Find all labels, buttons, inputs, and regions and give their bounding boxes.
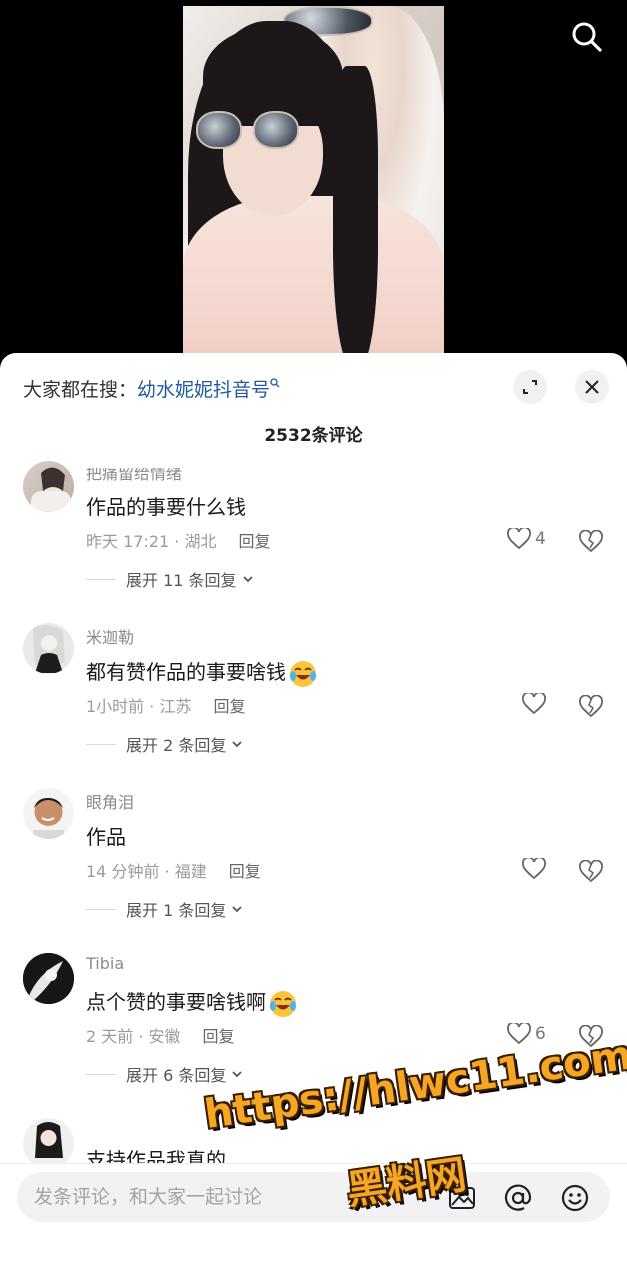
comment-item: 米迦勒 都有赞作品的事要啥钱 1小时前 · 江苏 回复 展开 2 条回复 [0,623,627,783]
heart-icon [522,858,546,880]
chevron-down-icon [242,576,253,583]
video-thumbnail[interactable] [183,6,444,370]
comment-time-location: 1小时前 · 江苏 [86,697,192,716]
mention-icon[interactable] [503,1183,533,1213]
chevron-down-icon [232,906,242,913]
heart-icon [507,1023,531,1045]
avatar[interactable] [23,461,74,512]
reply-button[interactable]: 回复 [238,532,270,551]
comment-item: Tibia 点个赞的事要啥钱啊 2 天前 · 安徽 回复 6 展开 6 条回复 [0,953,627,1113]
expand-divider-line [86,743,116,745]
video-sunglasses-right [253,111,299,149]
expand-divider-line [86,1073,116,1075]
expand-replies-label: 展开 6 条回复 [126,1066,227,1085]
comment-username[interactable]: Tibia [86,954,124,973]
image-icon[interactable] [447,1183,477,1213]
avatar[interactable] [23,1118,74,1163]
comment-username[interactable]: 眼角泪 [86,789,134,813]
comment-item: 支持作品我真的 [0,1118,627,1163]
expand-replies-button[interactable]: 展开 11 条回复 [86,567,255,591]
avatar-image [23,953,74,1004]
comment-count-title: 2532条评论 [264,426,363,446]
avatar[interactable] [23,788,74,839]
comment-item: 眼角泪 作品 14 分钟前 · 福建 回复 展开 1 条回复 [0,788,627,948]
comment-text: 作品的事要什么钱 [86,495,246,519]
comment-time-location: 2 天前 · 安徽 [86,1027,181,1046]
avatar[interactable] [23,623,74,674]
expand-icon [523,380,537,394]
search-icon [572,22,602,52]
avatar-image [31,467,71,512]
avatar-image [33,625,65,673]
close-icon [585,380,599,394]
dislike-icon[interactable] [579,695,603,719]
expand-divider-line [86,578,116,580]
comment-time-location: 昨天 17:21 · 湖北 [86,532,217,551]
dislike-icon[interactable] [579,1025,603,1049]
comment-time-location: 14 分钟前 · 福建 [86,862,207,881]
comment-username[interactable]: 把痛留给情绪 [86,468,182,484]
video-hair-side [333,66,378,366]
like-button[interactable]: 6 [507,1023,546,1045]
small-search-icon [270,378,280,388]
reply-button[interactable]: 回复 [203,1027,235,1046]
comment-input[interactable] [34,1172,434,1222]
video-player[interactable] [0,0,627,370]
trending-prefix: 大家都在搜： [23,379,138,401]
expand-sheet-button[interactable] [513,370,547,404]
like-button[interactable] [522,858,550,880]
avatar[interactable] [23,953,74,1004]
heart-icon [522,693,546,715]
emoji-icon[interactable] [560,1183,590,1213]
expand-replies-button[interactable]: 展开 2 条回复 [86,732,244,756]
chevron-down-icon [232,741,242,748]
search-button[interactable] [570,20,604,54]
chevron-down-icon [232,1071,242,1078]
laughing-crying-emoji [290,660,316,687]
like-button[interactable] [522,693,550,715]
comment-sheet-header: 大家都在搜：幼水妮妮抖音号 2532条评论 [0,353,627,446]
laughing-crying-emoji [270,990,296,1017]
like-count: 4 [535,529,546,549]
comment-text: 点个赞的事要啥钱啊 [86,990,266,1014]
comment-item: 把痛留给情绪 作品的事要什么钱 昨天 17:21 · 湖北 回复 4 展开 11 … [0,458,627,618]
like-button[interactable]: 4 [507,528,546,550]
expand-divider-line [86,908,116,910]
avatar-image [33,798,64,839]
expand-replies-button[interactable]: 展开 6 条回复 [86,1062,244,1086]
trending-keyword-link[interactable]: 幼水妮妮抖音号 [137,379,270,401]
dislike-icon[interactable] [579,530,603,554]
expand-replies-label: 展开 11 条回复 [126,571,237,590]
expand-replies-label: 展开 1 条回复 [126,901,227,920]
reply-button[interactable]: 回复 [213,697,245,716]
comment-text: 都有赞作品的事要啥钱 [86,660,286,684]
input-divider [0,1163,627,1164]
expand-replies-button[interactable]: 展开 1 条回复 [86,897,244,921]
expand-replies-label: 展开 2 条回复 [126,736,227,755]
avatar-image [35,1122,63,1158]
dislike-icon[interactable] [579,860,603,884]
comment-text: 作品 [86,825,126,849]
comment-username[interactable]: 米迦勒 [86,624,134,648]
comment-sheet: 大家都在搜：幼水妮妮抖音号 2532条评论 把痛留给情绪 作品的事要什么钱 昨天… [0,353,627,1280]
video-sunglasses-left [196,111,242,149]
heart-icon [507,528,531,550]
video-clothing [183,196,444,370]
trending-search[interactable]: 大家都在搜：幼水妮妮抖音号 [23,375,280,402]
comment-input-bar [17,1172,610,1222]
reply-button[interactable]: 回复 [229,862,261,881]
like-count: 6 [535,1024,546,1044]
comment-text: 支持作品我真的 [86,1148,226,1163]
close-button[interactable] [575,370,609,404]
